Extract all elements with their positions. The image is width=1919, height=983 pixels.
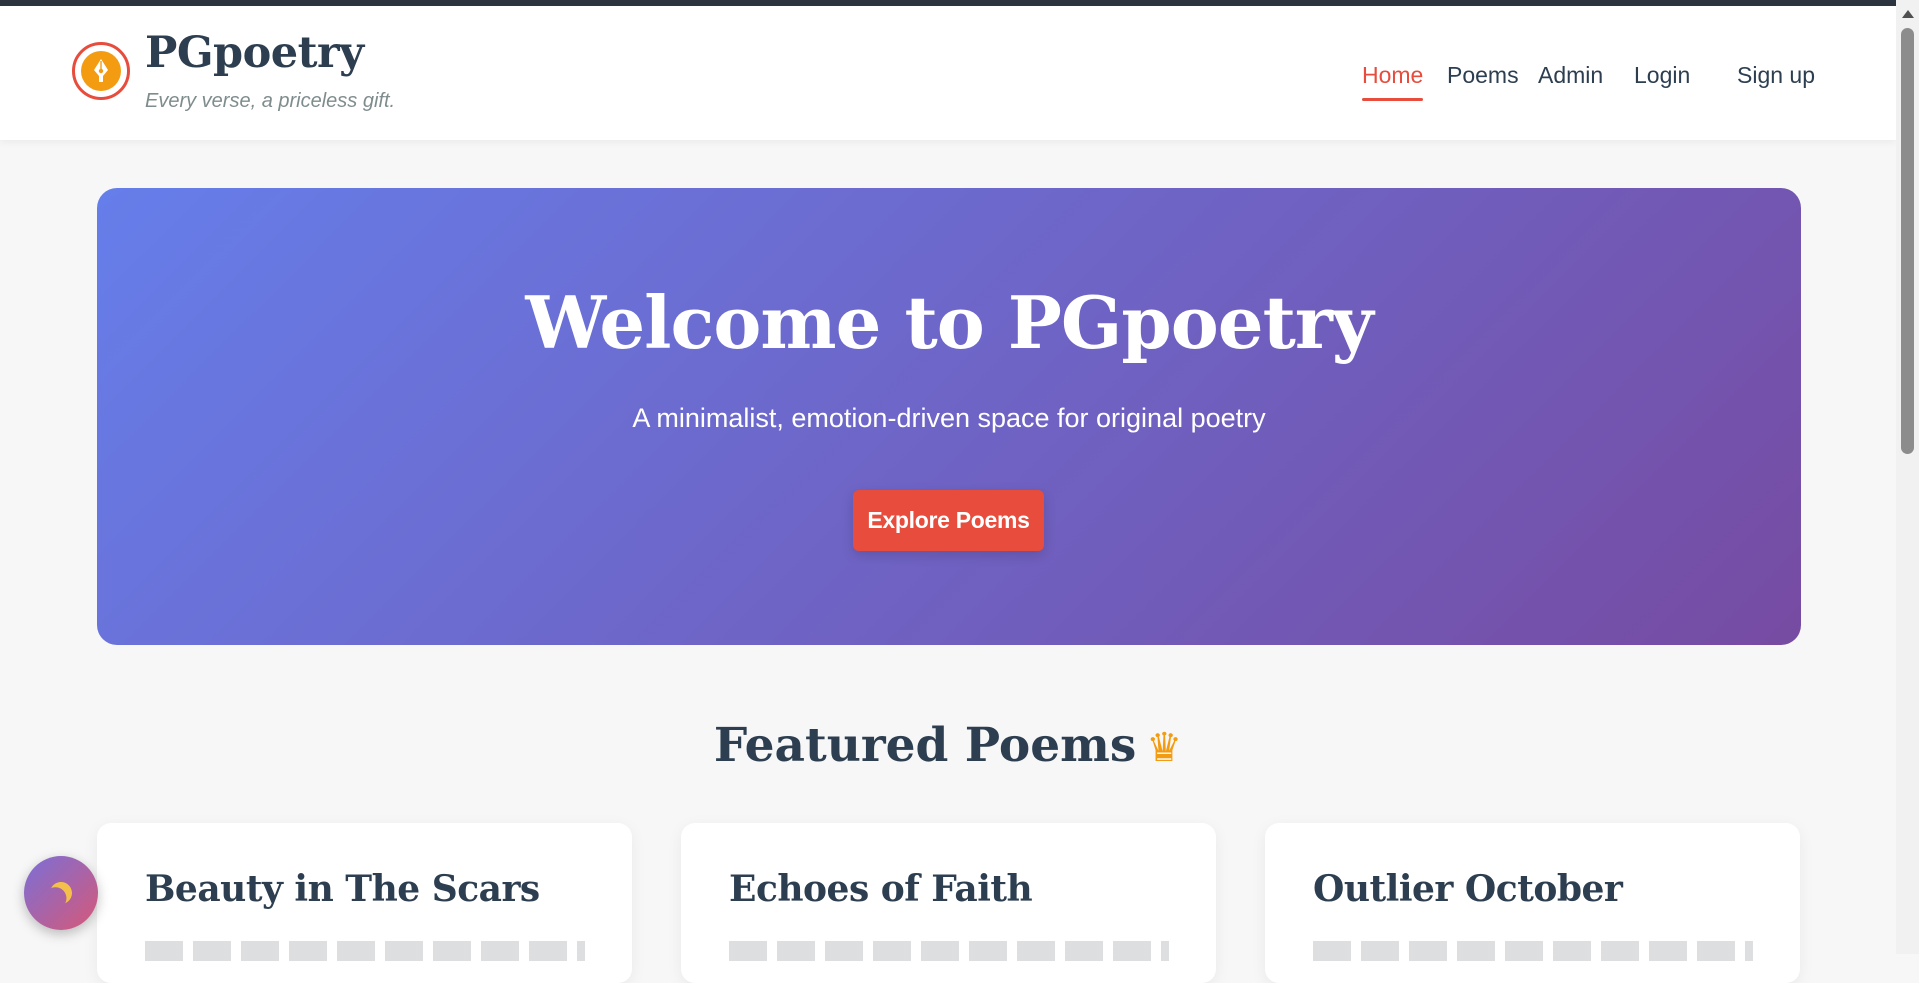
pen-nib-icon [81, 51, 121, 91]
poem-card-excerpt [145, 941, 585, 961]
nav-home[interactable]: Home [1362, 64, 1423, 87]
hero-banner: Welcome to PGpoetry A minimalist, emotio… [97, 188, 1801, 645]
featured-heading-text: Featured Poems [713, 718, 1137, 773]
brand-name[interactable]: PGpoetry [145, 32, 364, 75]
brand-tagline: Every verse, a priceless gift. [145, 90, 396, 112]
hero-subtitle: A minimalist, emotion-driven space for o… [632, 403, 1266, 433]
scroll-up-arrow-icon[interactable] [1902, 10, 1914, 18]
nav-poems[interactable]: Poems [1447, 64, 1519, 87]
poem-card[interactable]: Beauty in The Scars [97, 823, 632, 983]
nav-signup[interactable]: Sign up [1737, 64, 1815, 87]
poem-card-title[interactable]: Echoes of Faith [729, 871, 1033, 907]
poem-card[interactable]: Outlier October [1265, 823, 1800, 983]
logo[interactable] [72, 42, 130, 100]
hero-title: Welcome to PGpoetry [525, 280, 1373, 365]
explore-poems-button[interactable]: Explore Poems [853, 490, 1044, 551]
nav-active-indicator [1362, 98, 1423, 101]
poem-card-title[interactable]: Outlier October [1313, 871, 1623, 907]
poem-card-excerpt [729, 941, 1169, 961]
nav-login[interactable]: Login [1634, 64, 1690, 87]
nav-admin[interactable]: Admin [1538, 64, 1603, 87]
poem-card-excerpt [1313, 941, 1753, 961]
featured-heading: Featured Poems ♛ [0, 722, 1896, 769]
crown-icon: ♛ [1146, 725, 1183, 771]
theme-toggle-button[interactable] [24, 856, 98, 930]
page-scrollbar[interactable] [1896, 0, 1919, 954]
poem-card-title[interactable]: Beauty in The Scars [145, 871, 540, 907]
scrollbar-thumb[interactable] [1901, 28, 1914, 454]
site-header: PGpoetry Every verse, a priceless gift. … [0, 6, 1896, 140]
poem-card[interactable]: Echoes of Faith [681, 823, 1216, 983]
moon-icon [47, 879, 75, 907]
